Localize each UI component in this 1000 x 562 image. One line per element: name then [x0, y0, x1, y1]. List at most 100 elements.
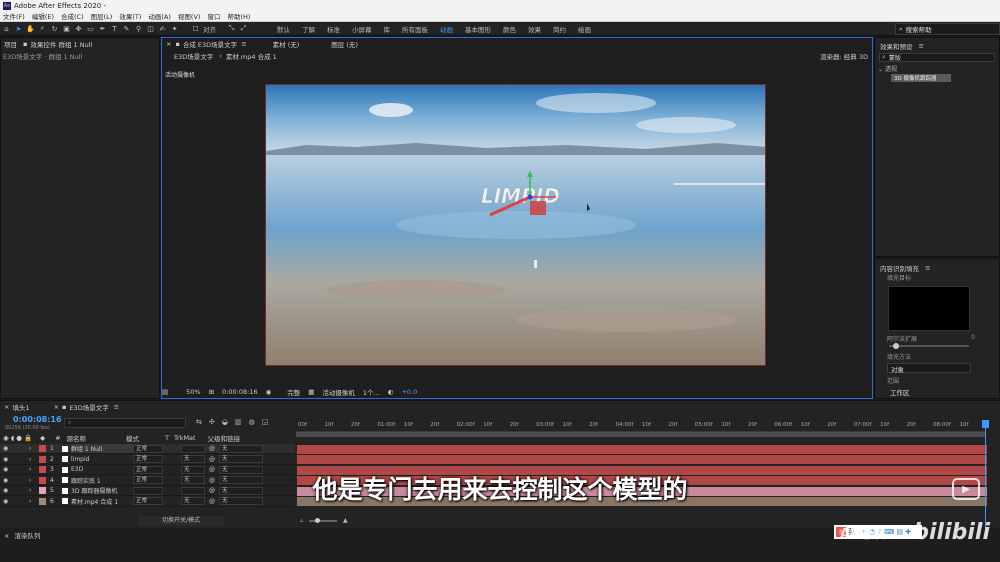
- workspace-libraries[interactable]: 库: [384, 24, 391, 34]
- chevron-right-icon[interactable]: ›: [29, 445, 39, 452]
- tab-layer[interactable]: 图层 (无): [331, 39, 358, 49]
- close-icon[interactable]: ×: [54, 403, 59, 411]
- renderer-label[interactable]: 渲染器: 经典 3D: [820, 51, 868, 61]
- rectangle-tool-icon[interactable]: ▭: [85, 23, 96, 34]
- workspace-paint[interactable]: 绘画: [578, 24, 591, 34]
- camera-dropdown[interactable]: 活动摄像机: [322, 387, 355, 397]
- toggle-switches-modes-button[interactable]: 切换开关/模式: [138, 516, 224, 526]
- tab-composition[interactable]: 合成 E3D场景文字: [183, 39, 237, 49]
- layer-mode-dropdown[interactable]: 正常: [133, 444, 163, 453]
- snap-option-icon[interactable]: ⤡: [226, 23, 237, 34]
- lock-icon[interactable]: ▪: [23, 40, 27, 48]
- resolution-icon[interactable]: ⊞: [209, 388, 214, 396]
- playhead-handle[interactable]: [982, 420, 989, 428]
- panel-menu-icon[interactable]: ≡: [114, 403, 119, 411]
- menu-help[interactable]: 帮助(H): [227, 11, 250, 21]
- pickwhip-icon[interactable]: @: [209, 456, 219, 463]
- snapshot-icon[interactable]: ◉: [266, 388, 272, 396]
- tab-effects-presets[interactable]: 效果和预设: [880, 41, 913, 51]
- graph-editor-icon[interactable]: ◲: [262, 418, 269, 426]
- effects-search-field[interactable]: ⌕ 蒙版: [879, 53, 995, 62]
- eraser-tool-icon[interactable]: ◫: [145, 23, 156, 34]
- effects-category-perspective[interactable]: ⌄ 透视: [875, 64, 999, 73]
- layer-label-color[interactable]: [39, 445, 46, 452]
- region-icon[interactable]: ▦: [308, 388, 314, 396]
- menu-layer[interactable]: 图层(L): [91, 11, 113, 21]
- zoom-tool-icon[interactable]: ⌕: [37, 23, 48, 34]
- chevron-right-icon[interactable]: ›: [29, 456, 39, 463]
- trkmat-dropdown[interactable]: [181, 444, 205, 453]
- parent-dropdown[interactable]: 无: [219, 455, 263, 463]
- tab-timeline-e3d[interactable]: E3D场景文字: [69, 402, 108, 412]
- timeline-search-input[interactable]: ⌕: [64, 418, 186, 428]
- hand-tool-icon[interactable]: ✋: [25, 23, 36, 34]
- menu-view[interactable]: 视图(V): [178, 11, 201, 21]
- tab-project[interactable]: 项目: [4, 39, 17, 49]
- workspace-small-screen[interactable]: 小屏幕: [352, 24, 372, 34]
- close-icon[interactable]: ×: [4, 532, 9, 540]
- menu-edit[interactable]: 编辑(E): [32, 11, 54, 21]
- zoom-dropdown[interactable]: 50%: [186, 388, 200, 396]
- lock-icon[interactable]: ▪: [175, 40, 179, 48]
- tab-footage[interactable]: 素材 (无): [273, 39, 300, 49]
- home-icon[interactable]: ⌂: [1, 23, 12, 34]
- quality-dropdown[interactable]: 完整: [287, 387, 300, 397]
- zoom-out-icon[interactable]: ▵: [300, 517, 303, 524]
- trkmat-dropdown[interactable]: 无: [181, 455, 205, 463]
- close-icon[interactable]: ×: [166, 40, 171, 48]
- layer-row[interactable]: ◉ › 1 群组 1 Null 正常 @ 无: [0, 444, 295, 454]
- menu-file[interactable]: 文件(F): [3, 11, 25, 21]
- breadcrumb-footage-comp[interactable]: 素材.mp4 合成 1: [226, 51, 277, 61]
- layer-duration-bar[interactable]: [297, 444, 987, 454]
- close-icon[interactable]: ×: [4, 403, 9, 411]
- composition-mini-flowchart-icon[interactable]: ⇆: [196, 418, 202, 426]
- pen-tool-icon[interactable]: ✒: [97, 23, 108, 34]
- snap-checkbox-icon[interactable]: ☐: [190, 23, 201, 34]
- always-preview-icon[interactable]: ▤: [162, 388, 168, 396]
- pickwhip-icon[interactable]: @: [209, 445, 219, 452]
- snap-option2-icon[interactable]: ⤢: [238, 23, 249, 34]
- pan-behind-tool-icon[interactable]: ✥: [73, 23, 84, 34]
- selection-tool-icon[interactable]: ➤: [13, 23, 24, 34]
- current-timecode[interactable]: 0:00:08:16: [13, 415, 62, 424]
- effect-item-3d-camera-tracker[interactable]: 3D 摄像机跟踪器: [891, 74, 951, 82]
- tab-timeline-1[interactable]: 填头1: [12, 402, 29, 412]
- clone-tool-icon[interactable]: ⚲: [133, 23, 144, 34]
- exposure-value[interactable]: +0.0: [401, 388, 417, 396]
- alpha-expand-value[interactable]: 0: [971, 334, 975, 343]
- menu-composition[interactable]: 合成(C): [61, 11, 84, 21]
- layer-mode-dropdown[interactable]: 正常: [133, 455, 163, 463]
- composition-viewer[interactable]: LIMPID: [265, 84, 766, 366]
- fill-method-dropdown[interactable]: 对象: [887, 363, 971, 374]
- range-dropdown[interactable]: 工作区: [887, 387, 971, 397]
- layer-name[interactable]: 群组 1 Null: [71, 444, 133, 453]
- timecode-display[interactable]: 0:00:08:16: [222, 388, 258, 396]
- eye-icon[interactable]: ◉: [3, 456, 29, 463]
- menu-effect[interactable]: 效果(T): [119, 11, 141, 21]
- workspace-all-panels[interactable]: 所有面板: [402, 24, 428, 34]
- workspace-default[interactable]: 默认: [277, 24, 290, 34]
- parent-dropdown[interactable]: 无: [219, 444, 263, 453]
- menu-window[interactable]: 窗口: [207, 11, 220, 21]
- frame-blending-icon[interactable]: ▥: [235, 418, 242, 426]
- workspace-learn[interactable]: 了解: [302, 24, 315, 34]
- menu-animation[interactable]: 动画(A): [148, 11, 171, 21]
- workspace-standard[interactable]: 标准: [327, 24, 340, 34]
- text-tool-icon[interactable]: T: [109, 23, 120, 34]
- roto-brush-icon[interactable]: ✍: [157, 23, 168, 34]
- slider-handle[interactable]: [893, 343, 899, 349]
- timeline-zoom-slider[interactable]: [309, 517, 338, 523]
- zoom-in-icon[interactable]: ▲: [343, 517, 348, 524]
- shy-icon[interactable]: ◒: [222, 418, 228, 426]
- search-help-field[interactable]: ⌕ 搜索帮助: [895, 23, 1000, 35]
- layer-label-color[interactable]: [39, 455, 46, 463]
- workspace-essential-graphics[interactable]: 基本图形: [465, 24, 491, 34]
- panel-menu-icon[interactable]: ≡: [925, 264, 930, 272]
- workspace-animation[interactable]: 动画: [440, 24, 453, 34]
- alpha-expand-slider[interactable]: [889, 343, 969, 349]
- work-area-bar[interactable]: [296, 432, 986, 437]
- workspace-effects[interactable]: 效果: [528, 24, 541, 34]
- time-ruler[interactable]: 00f 10f 20f 01:00f 10f 20f 02:00f 10f 20f 03:00f 1…: [296, 420, 986, 432]
- panel-menu-icon[interactable]: ≡: [241, 40, 246, 48]
- views-dropdown[interactable]: 1个...: [363, 387, 380, 397]
